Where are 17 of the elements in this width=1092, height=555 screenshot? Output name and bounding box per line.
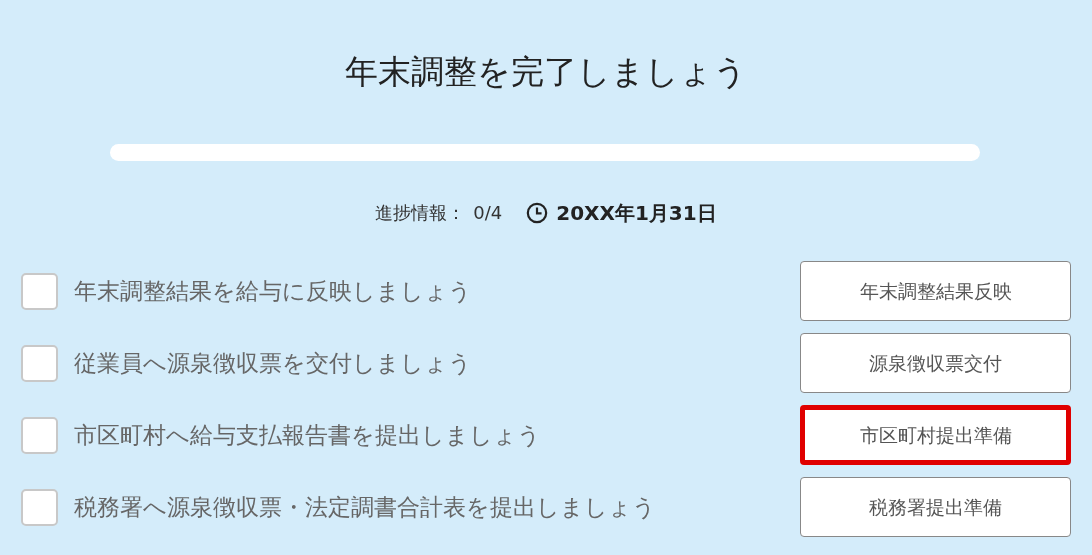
task-checkbox[interactable] [21, 488, 58, 526]
page-title: 年末調整を完了しましょう [344, 51, 748, 93]
deadline-date: 20XX年1月31日 [556, 199, 717, 227]
task-checkbox[interactable] [21, 272, 58, 310]
task-button[interactable]: 年末調整結果反映 [800, 261, 1071, 321]
clock-icon [526, 201, 549, 224]
task-label: 年末調整結果を給与に反映しましょう [74, 276, 472, 306]
task-button[interactable]: 市区町村提出準備 [800, 405, 1071, 465]
task-checkbox[interactable] [21, 416, 58, 454]
task-label: 市区町村へ給与支払報告書を提出しましょう [74, 420, 541, 450]
task-label: 税務署へ源泉徴収票・法定調書合計表を提出しましょう [74, 492, 656, 522]
progress-label: 進捗情報： [375, 201, 466, 225]
progress-count: 0/4 [473, 201, 503, 225]
task-label: 従業員へ源泉徴収票を交付しましょう [74, 348, 472, 378]
task-button[interactable]: 税務署提出準備 [800, 477, 1071, 537]
task-checkbox[interactable] [21, 344, 58, 382]
task-button[interactable]: 源泉徴収票交付 [800, 333, 1071, 393]
